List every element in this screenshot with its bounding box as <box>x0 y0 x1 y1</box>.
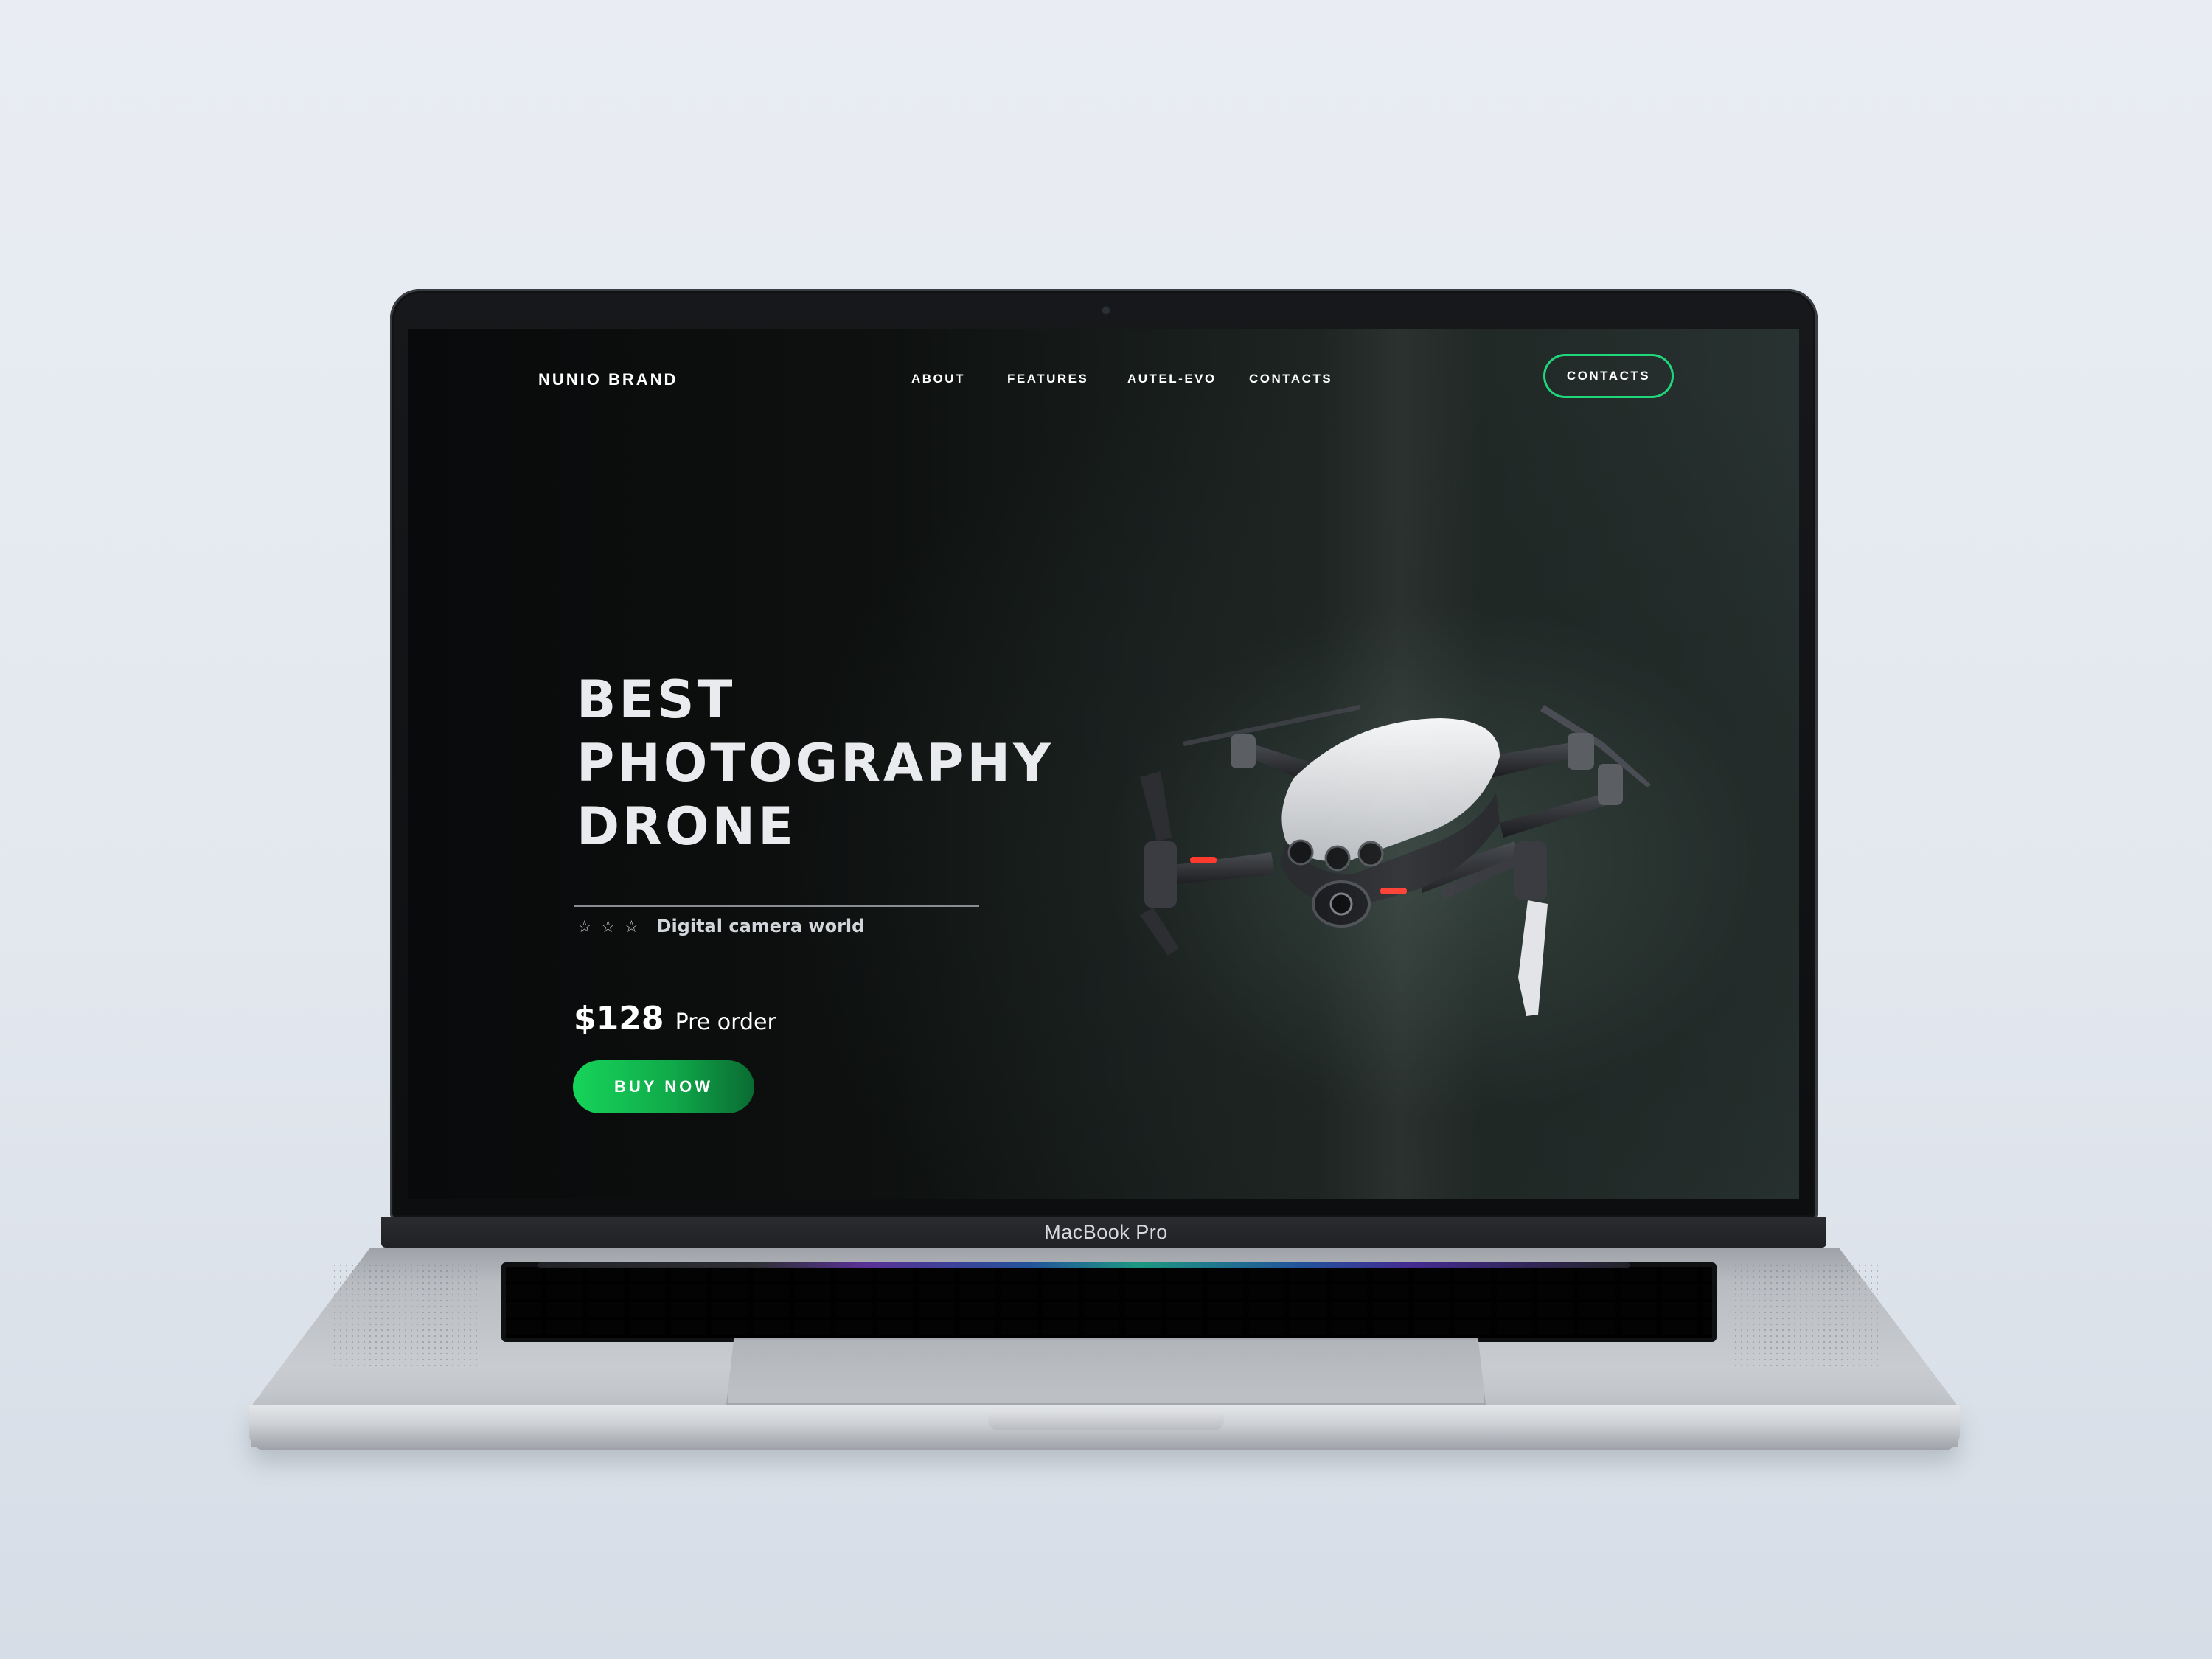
lid-opening-notch <box>988 1414 1224 1430</box>
laptop-model-label: MacBook Pro <box>1044 1221 1168 1243</box>
buy-now-button[interactable]: BUY NOW <box>573 1060 754 1113</box>
webcam <box>1102 307 1110 314</box>
laptop-screen: NUNIO BRAND ABOUT FEATURES AUTEL-EVO CON… <box>408 329 1799 1199</box>
speaker-grille-right <box>1733 1262 1880 1366</box>
tagline-text: Digital camera world <box>656 916 865 936</box>
hero-title-line-2: PHOTOGRAPHY <box>577 733 1054 793</box>
nav-autel-evo[interactable]: AUTEL-EVO <box>1127 372 1217 386</box>
site-logo[interactable]: NUNIO BRAND <box>538 370 678 389</box>
price-note: Pre order <box>675 1009 776 1035</box>
nav-features[interactable]: FEATURES <box>1007 372 1088 386</box>
hero-divider <box>574 905 979 907</box>
speaker-grille-left <box>332 1262 479 1366</box>
drone-image <box>1140 705 1651 1016</box>
nav-contacts[interactable]: CONTACTS <box>1249 372 1332 386</box>
star-icon: ☆☆☆ <box>577 918 648 936</box>
price-row: $128 Pre order <box>574 1000 776 1037</box>
hero-title: BEST PHOTOGRAPHY DRONE <box>577 668 1054 858</box>
hero-title-line-3: DRONE <box>577 796 796 857</box>
hero-title-line-1: BEST <box>577 669 736 730</box>
price-value: $128 <box>574 1000 664 1037</box>
nav-about[interactable]: ABOUT <box>911 372 965 386</box>
hero-tagline: ☆☆☆ Digital camera world <box>577 916 864 936</box>
keyboard <box>501 1262 1717 1342</box>
trackpad <box>726 1338 1486 1405</box>
contacts-button[interactable]: CONTACTS <box>1543 354 1674 398</box>
touch-bar <box>538 1262 1630 1268</box>
